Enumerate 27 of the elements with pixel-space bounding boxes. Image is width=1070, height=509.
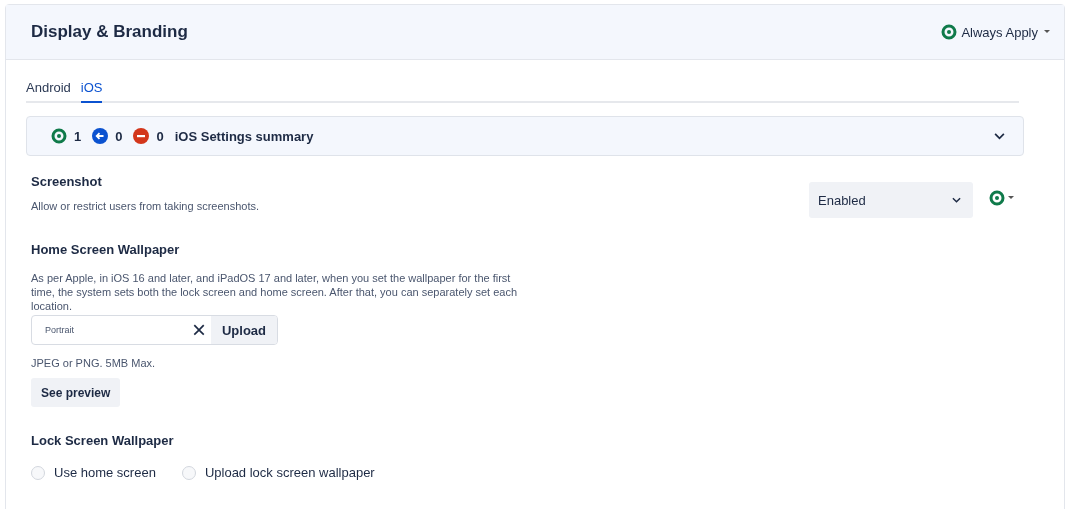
target-icon	[51, 128, 67, 144]
section-title: Display & Branding	[31, 22, 188, 42]
count-label: 0	[156, 128, 164, 144]
caret-icon	[1044, 30, 1050, 34]
setting-title: Home Screen Wallpaper	[30, 242, 181, 257]
tab[interactable]: Android	[26, 77, 71, 103]
count-label: 1	[74, 128, 82, 144]
setting-description: As per Apple, in iOS 16 and later, and iPadOS 17 and later, when you set the wallpaper for the first time, the system sets both the lock screen and home screen. After that, you can separately set each location.	[30, 271, 519, 313]
summary-title: iOS Settings summary	[174, 128, 314, 144]
summary-panel[interactable]: 1 0 0 iOS Settings summary	[26, 116, 1024, 156]
caret-icon	[1008, 196, 1014, 200]
setting-description: Allow or restrict users from taking screenshots.	[31, 200, 261, 212]
setting-title: Screenshot	[31, 174, 103, 189]
file-hint: JPEG or PNG. 5MB Max.	[30, 357, 157, 369]
status-menu-button[interactable]	[989, 190, 1014, 206]
setting-title: Lock Screen Wallpaper	[30, 433, 175, 448]
screenshot-select[interactable]: Enabled	[809, 182, 973, 218]
chevron-icon	[952, 197, 961, 203]
radio-label: Use home screen	[54, 465, 156, 480]
radio-option[interactable]: Use home screen	[31, 465, 156, 480]
see-preview-button[interactable]: See preview	[31, 378, 121, 407]
count-label: 0	[115, 128, 123, 144]
arrow-left-icon	[92, 128, 109, 144]
chevron-icon	[994, 132, 1005, 140]
minus-circle-icon	[133, 128, 150, 144]
apply-menu-button[interactable]: Always Apply	[941, 24, 1050, 40]
tab[interactable]: iOS	[80, 77, 103, 103]
